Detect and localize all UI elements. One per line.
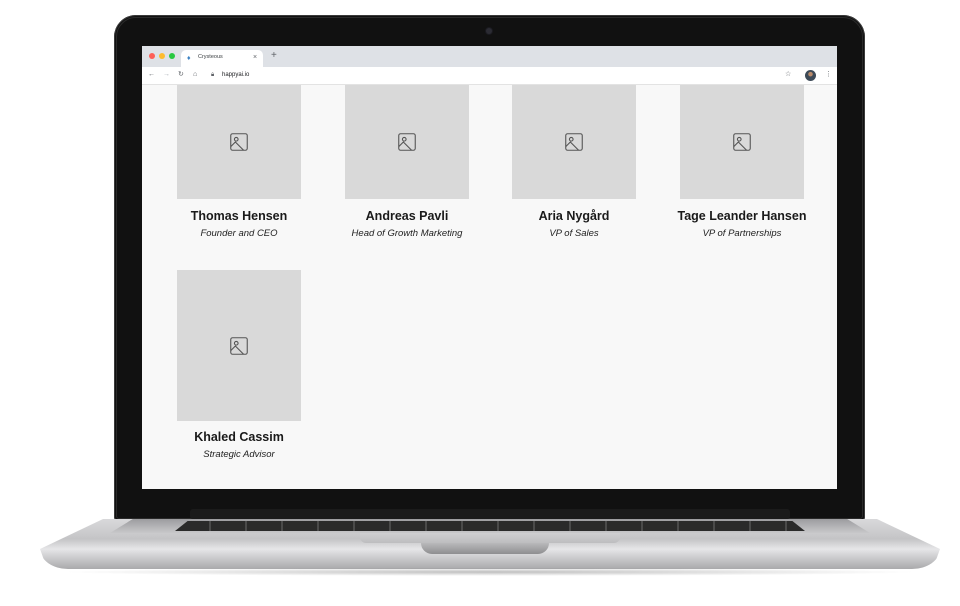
back-icon[interactable]: ← xyxy=(148,70,155,80)
new-tab-button[interactable]: + xyxy=(271,50,277,61)
member-role: Founder and CEO xyxy=(200,228,278,239)
member-name: Tage Leander Hansen xyxy=(677,209,807,223)
laptop-hinge xyxy=(190,509,790,519)
bookmark-star-icon[interactable]: ☆ xyxy=(785,70,791,80)
minimize-window-button[interactable] xyxy=(159,53,165,59)
image-placeholder-icon xyxy=(733,133,751,151)
maximize-window-button[interactable] xyxy=(169,53,175,59)
trackpad-edge xyxy=(360,533,620,543)
reload-icon[interactable]: ↻ xyxy=(178,70,184,80)
browser-menu-icon[interactable]: ⋮ xyxy=(825,70,832,80)
keyboard xyxy=(175,521,805,531)
image-placeholder-icon xyxy=(230,336,248,355)
webcam xyxy=(486,28,492,34)
member-photo-placeholder xyxy=(512,85,636,199)
forward-icon[interactable]: → xyxy=(163,70,170,80)
lock-icon: 🔒︎ xyxy=(211,72,215,78)
image-placeholder-icon xyxy=(230,133,248,151)
member-role: VP of Sales xyxy=(549,228,599,239)
member-name: Andreas Pavli xyxy=(365,209,449,223)
member-name: Khaled Cassim xyxy=(194,430,284,444)
member-photo-placeholder xyxy=(345,85,469,199)
browser-window: ♦ Crysteous × + ← → ↻ ⌂ 🔒︎ happyai.io ☆ … xyxy=(142,46,837,489)
home-icon[interactable]: ⌂ xyxy=(193,70,197,80)
laptop-shadow xyxy=(60,568,920,576)
profile-avatar[interactable] xyxy=(805,70,816,81)
member-role: Strategic Advisor xyxy=(203,449,275,460)
lid-opening-notch xyxy=(421,543,549,554)
member-name: Thomas Hensen xyxy=(190,209,288,223)
address-bar[interactable]: 🔒︎ happyai.io xyxy=(206,70,806,81)
image-placeholder-icon xyxy=(565,133,583,151)
tab-close-icon[interactable]: × xyxy=(253,53,257,62)
member-photo-placeholder xyxy=(177,85,301,199)
member-role: VP of Partnerships xyxy=(702,228,782,239)
member-name: Aria Nygård xyxy=(538,209,610,223)
url-text[interactable]: happyai.io xyxy=(222,70,249,81)
favicon-icon: ♦ xyxy=(187,55,191,62)
browser-tab[interactable]: ♦ Crysteous × xyxy=(181,50,263,67)
member-role: Head of Growth Marketing xyxy=(351,228,463,239)
tab-bar: ♦ Crysteous × + xyxy=(142,46,837,67)
browser-toolbar: ← → ↻ ⌂ 🔒︎ happyai.io ☆ ⋮ xyxy=(142,67,837,85)
close-window-button[interactable] xyxy=(149,53,155,59)
tab-title: Crysteous xyxy=(198,54,223,60)
member-photo-placeholder xyxy=(177,270,301,421)
member-photo-placeholder xyxy=(680,85,804,199)
team-page: Thomas Hensen Founder and CEO Andreas Pa… xyxy=(142,85,837,489)
image-placeholder-icon xyxy=(398,133,416,151)
